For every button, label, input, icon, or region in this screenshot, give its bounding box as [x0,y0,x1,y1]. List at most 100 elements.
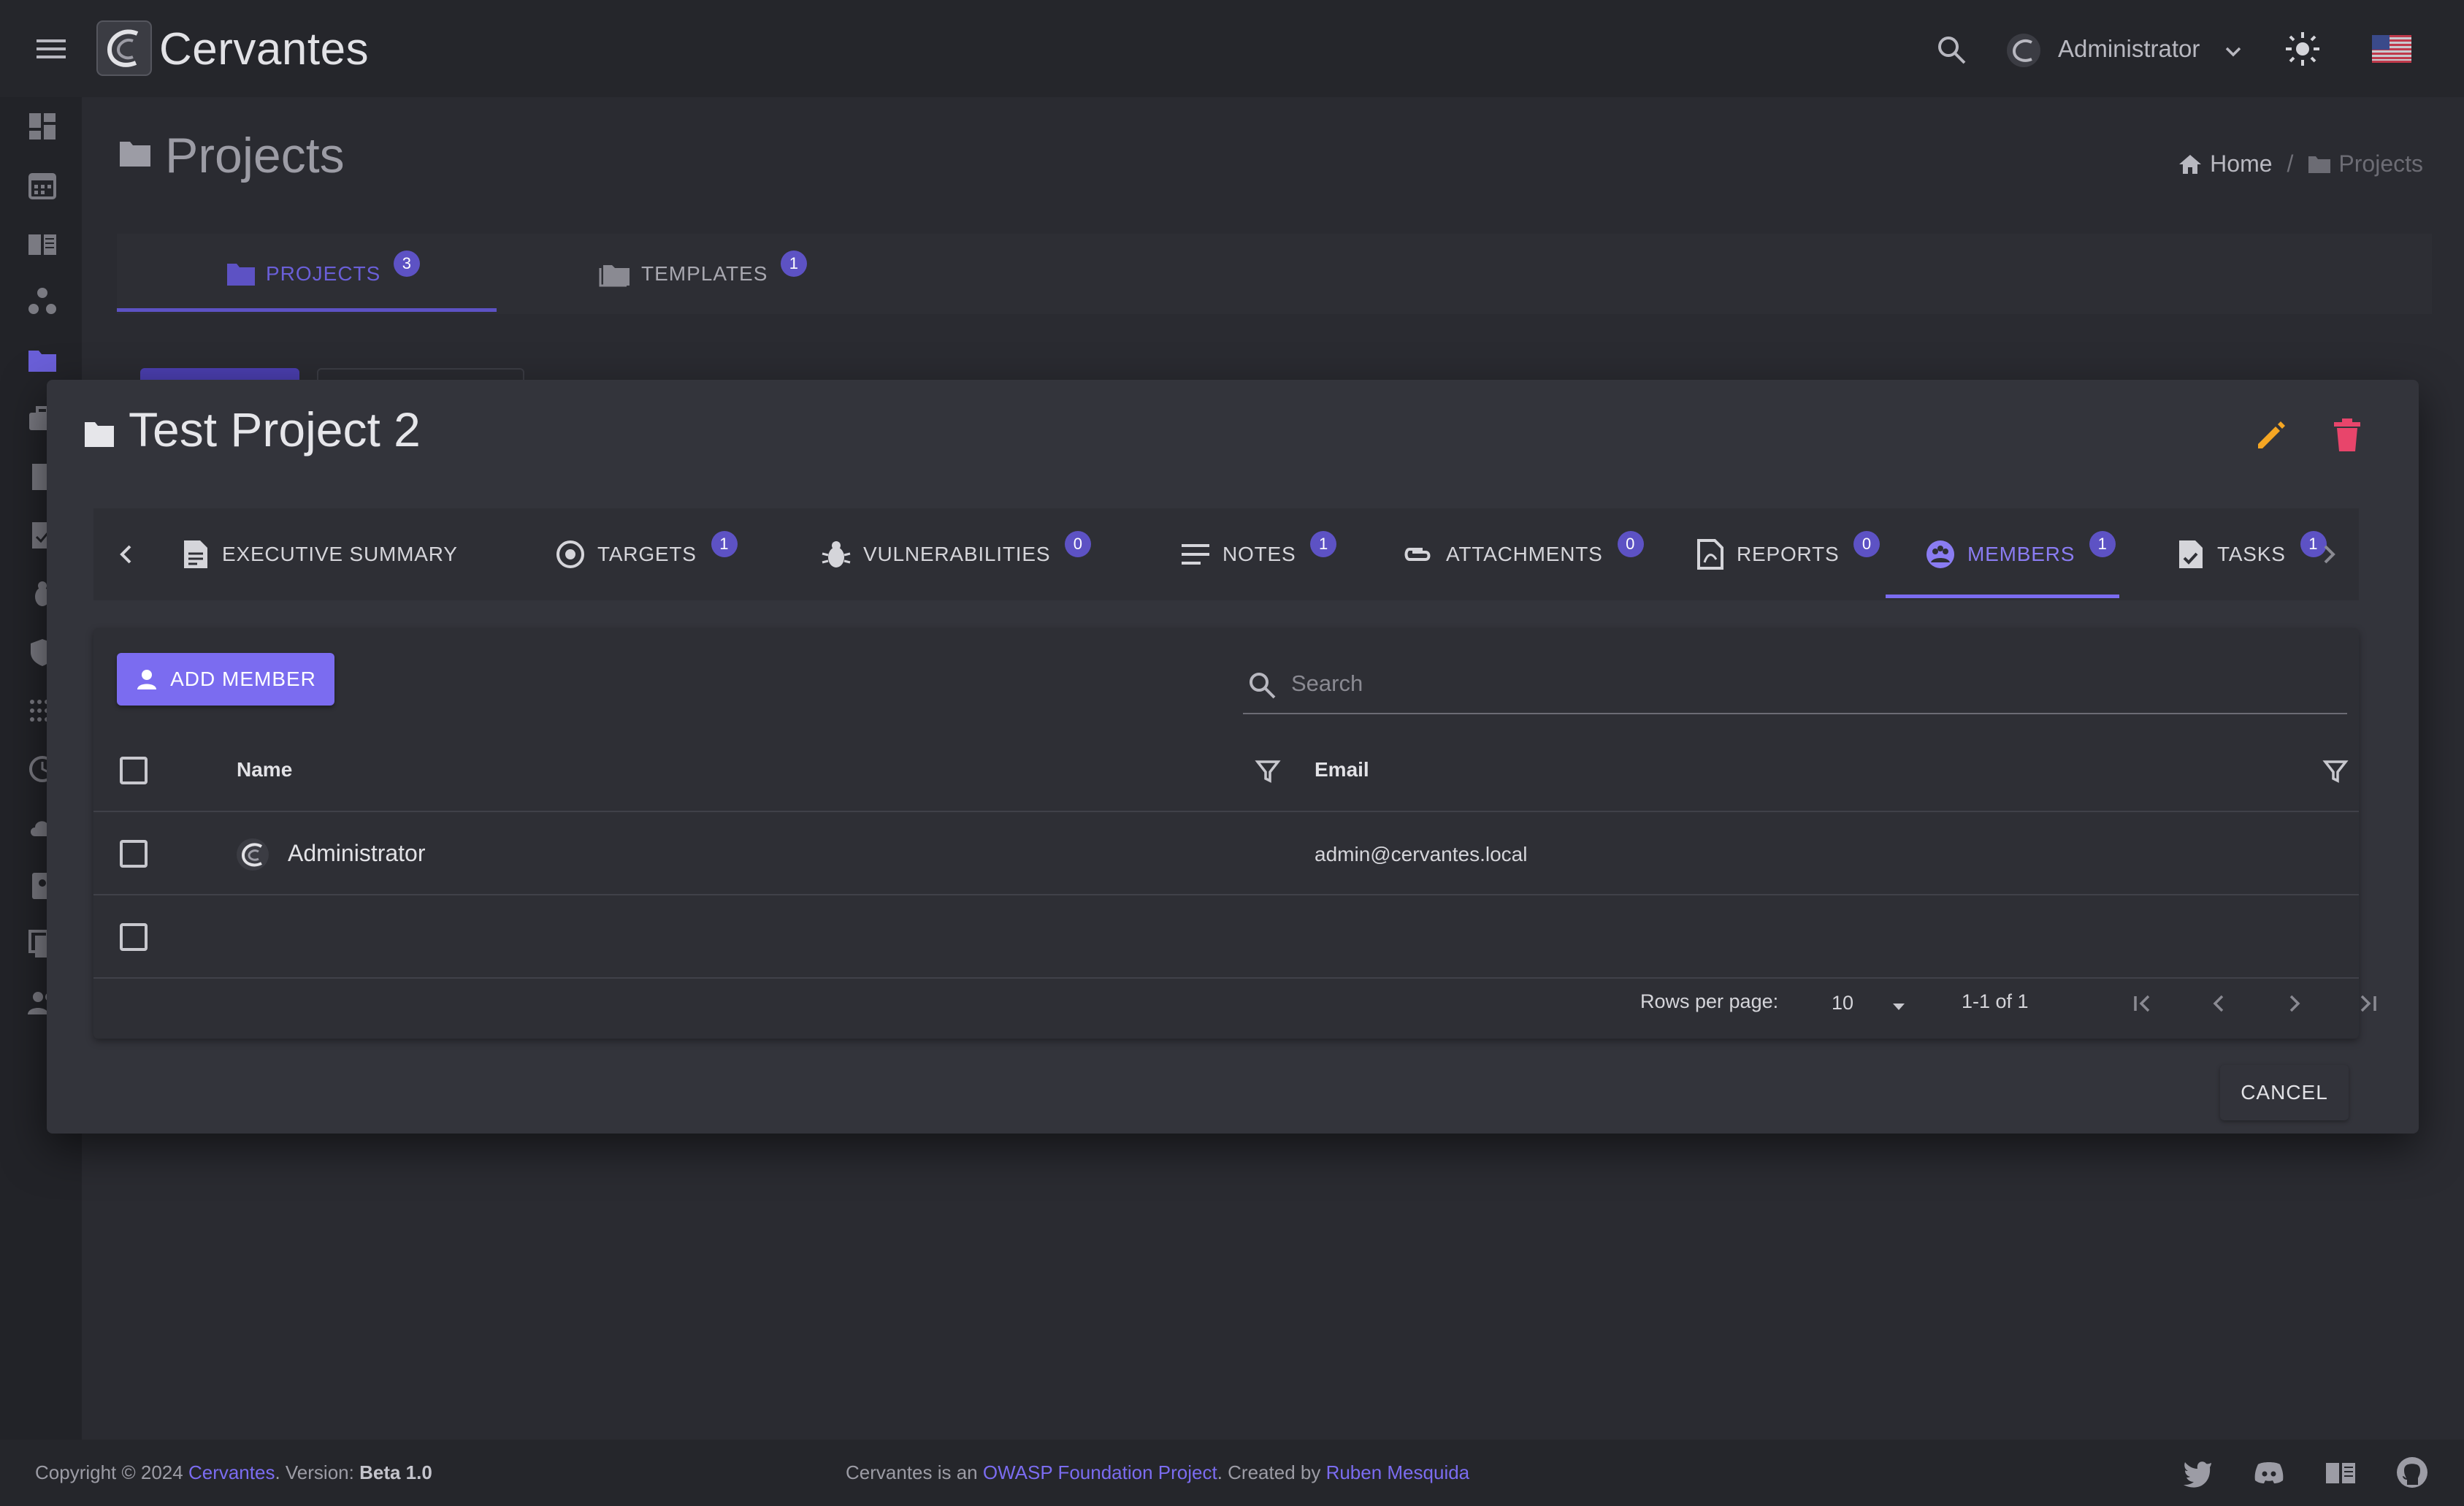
tab-targets-badge: 1 [711,531,738,557]
first-page-icon[interactable] [2128,989,2157,1018]
row-checkbox[interactable] [120,840,148,868]
edit-icon[interactable] [2254,419,2287,453]
folder-icon[interactable] [26,344,58,376]
avatar [235,837,270,872]
calendar-icon[interactable] [26,169,58,201]
tab-members[interactable]: MEMBERS 1 [1925,508,2116,600]
filter-icon[interactable] [2322,758,2349,784]
dialog-tab-indicator-track [93,595,2359,599]
project-dialog: Test Project 2 EXECUTIVE SUMMARY TARGETS… [47,380,2419,1134]
tab-executive-summary[interactable]: EXECUTIVE SUMMARY [181,508,458,600]
delete-icon[interactable] [2331,418,2363,453]
pagination-range: 1-1 of 1 [1962,990,2029,1012]
tab-targets-label: TARGETS [597,543,697,565]
chevron-right-icon[interactable] [2312,538,2346,571]
owasp-link[interactable]: OWASP Foundation Project [983,1461,1217,1483]
folder-icon [2308,156,2331,173]
table-row[interactable]: Administrator admin@cervantes.local [93,812,2359,895]
members-search [1243,654,2347,714]
summary-icon [184,540,207,568]
cervantes-link[interactable]: Cervantes [188,1461,275,1483]
rows-per-page-label: Rows per page: [1640,990,1779,1012]
page-title: Projects [165,128,345,183]
tab-projects-badge: 3 [394,251,421,277]
rows-per-page-select[interactable]: 10 [1832,992,1853,1014]
folders-icon [599,265,630,287]
footer-social [2181,1456,2429,1489]
tab-templates[interactable]: TEMPLATES 1 [599,234,808,314]
tab-executive-summary-label: EXECUTIVE SUMMARY [222,543,458,565]
tab-members-label: MEMBERS [1967,543,2075,565]
home-icon [2179,154,2202,174]
cancel-button[interactable]: CANCEL [2220,1065,2349,1120]
dialog-tab-indicator [1886,595,2119,598]
breadcrumb: Home / Projects [2178,150,2423,177]
filter-icon[interactable] [1255,758,1281,784]
tab-templates-badge: 1 [781,251,808,277]
folder-icon [83,419,115,448]
members-table-card: ADD MEMBER Name Email Administrator [93,628,2376,1039]
column-header-name[interactable]: Name [237,758,292,781]
target-icon [556,540,584,568]
author-link[interactable]: Ruben Mesquida [1326,1461,1470,1483]
user-name[interactable]: Administrator [2058,35,2200,63]
copyright-prefix: Copyright © 2024 [35,1461,188,1483]
sun-icon[interactable] [2284,31,2321,67]
twitter-icon[interactable] [2181,1456,2214,1489]
row-checkbox[interactable] [120,923,148,951]
version-value: Beta 1.0 [359,1461,432,1483]
tab-projects[interactable]: PROJECTS 3 [226,234,421,314]
dialog-title: Test Project 2 [129,402,421,456]
breadcrumb-home[interactable]: Home [2178,150,2273,177]
page-tab-indicator [117,308,497,312]
column-header-email[interactable]: Email [1315,758,1369,781]
member-name: Administrator [288,840,426,866]
add-member-label: ADD MEMBER [170,668,316,690]
tab-attachments-label: ATTACHMENTS [1446,543,1603,565]
tab-vulnerabilities[interactable]: VULNERABILITIES 0 [821,508,1092,600]
search-input[interactable] [1291,662,2328,706]
pdf-icon [1697,539,1723,570]
tab-reports[interactable]: REPORTS 0 [1696,508,1880,600]
top-app-bar: Cervantes Administrator [0,0,2464,97]
member-email: admin@cervantes.local [1315,843,1528,865]
cervantes-logo-icon[interactable] [96,20,152,76]
tab-vulnerabilities-label: VULNERABILITIES [863,543,1051,565]
tab-reports-label: REPORTS [1737,543,1840,565]
bug-icon [822,541,851,567]
select-all-checkbox[interactable] [120,757,148,784]
breadcrumb-home-label: Home [2210,150,2273,177]
book-icon[interactable] [2324,1456,2357,1489]
tab-notes-label: NOTES [1223,543,1296,565]
chevron-left-icon[interactable] [110,538,143,571]
task-icon [2179,540,2203,568]
footer: Copyright © 2024 Cervantes. Version: Bet… [0,1440,2464,1506]
tab-attachments-badge: 0 [1617,531,1644,557]
search-icon [1247,670,1277,700]
discord-icon[interactable] [2252,1456,2286,1489]
user-avatar-icon[interactable] [2005,32,2042,69]
book-icon[interactable] [26,227,58,259]
tab-attachments[interactable]: ATTACHMENTS 0 [1401,508,1644,600]
clients-icon[interactable] [26,286,58,318]
tab-tasks[interactable]: TASKS 1 [2176,508,2327,600]
us-flag-icon[interactable] [2372,35,2411,63]
tab-targets[interactable]: TARGETS 1 [555,508,738,600]
dialog-tabs: EXECUTIVE SUMMARY TARGETS 1 VULNERABILIT… [93,508,2359,600]
tab-notes[interactable]: NOTES 1 [1180,508,1337,600]
dashboard-icon[interactable] [26,110,58,142]
menu-icon[interactable] [32,32,70,66]
tab-members-badge: 1 [2089,531,2116,557]
caret-down-icon[interactable] [1889,996,1909,1017]
search-icon[interactable] [1935,34,1967,66]
last-page-icon[interactable] [2353,989,2382,1018]
breadcrumb-current: Projects [2308,150,2423,177]
tab-notes-badge: 1 [1310,531,1337,557]
table-header: Name Email [93,730,2359,812]
chevron-down-icon[interactable] [2222,39,2245,63]
previous-page-icon[interactable] [2204,989,2233,1018]
next-page-icon[interactable] [2280,989,2309,1018]
github-icon[interactable] [2395,1456,2429,1489]
add-member-button[interactable]: ADD MEMBER [117,653,334,706]
background-button-group [317,368,524,380]
